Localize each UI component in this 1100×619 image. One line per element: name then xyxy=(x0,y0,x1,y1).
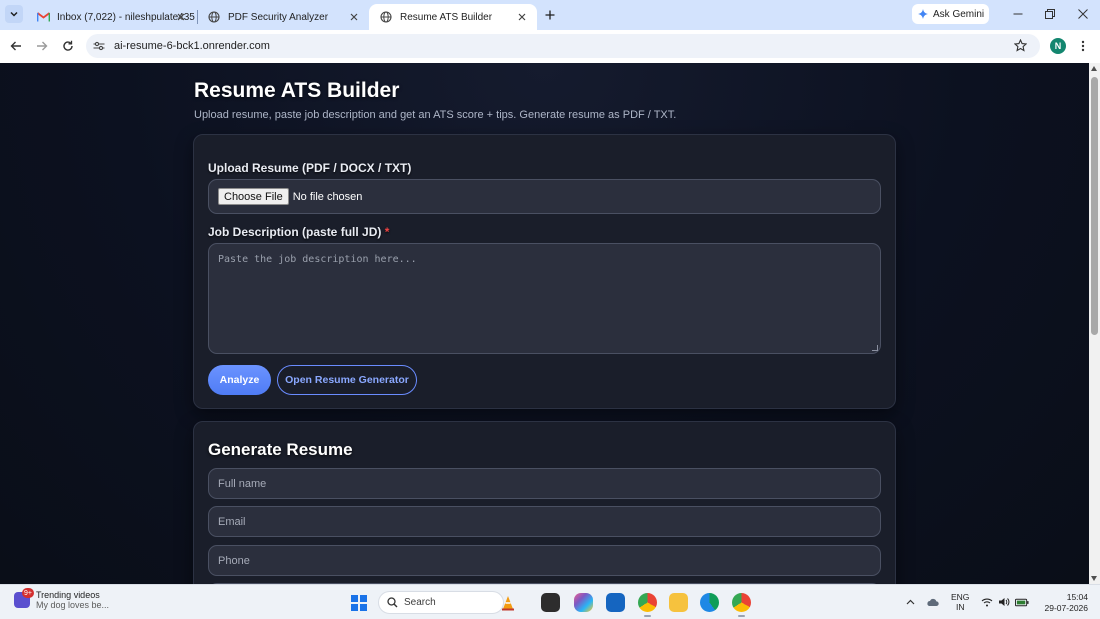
tab-gmail[interactable]: Inbox (7,022) - nileshpulate435 xyxy=(26,4,196,30)
file-status-text: No file chosen xyxy=(292,190,363,203)
full-name-placeholder: Full name xyxy=(218,477,267,490)
analyze-button[interactable]: Analyze xyxy=(208,365,271,395)
wifi-icon[interactable] xyxy=(980,595,994,609)
battery-icon[interactable] xyxy=(1015,595,1029,609)
language-indicator[interactable]: ENG IN xyxy=(951,592,969,612)
tab-title: PDF Security Analyzer xyxy=(228,11,329,23)
news-widget[interactable]: 9+ Trending videos My dog loves be... xyxy=(14,588,110,610)
ask-gemini-label: Ask Gemini xyxy=(933,8,985,20)
address-bar[interactable]: ai-resume-6-bck1.onrender.com xyxy=(86,34,1040,58)
job-description-label-text: Job Description (paste full JD) xyxy=(208,225,382,239)
chrome-profile-app-icon[interactable] xyxy=(638,593,657,617)
chevron-up-icon[interactable] xyxy=(903,595,917,609)
plus-icon xyxy=(545,10,555,20)
arrow-left-icon xyxy=(10,41,21,51)
job-description-placeholder: Paste the job description here... xyxy=(218,254,417,265)
reload-button[interactable] xyxy=(60,38,76,54)
taskbar-search[interactable]: Search xyxy=(378,591,514,614)
ask-gemini-button[interactable]: Ask Gemini xyxy=(912,4,989,24)
new-tab-button[interactable] xyxy=(542,7,558,23)
chevron-down-icon xyxy=(10,11,18,17)
browser-tab-strip: Inbox (7,022) - nileshpulate435 PDF Secu… xyxy=(0,0,1100,30)
scroll-down-arrow-icon[interactable] xyxy=(1091,576,1097,581)
required-asterisk: * xyxy=(384,225,390,239)
copilot-app-icon[interactable] xyxy=(574,593,593,612)
close-icon[interactable] xyxy=(515,10,529,24)
back-button[interactable] xyxy=(8,38,24,54)
more-vertical-icon xyxy=(1081,40,1085,52)
search-label: Search xyxy=(404,597,436,608)
phone-input[interactable]: Phone xyxy=(208,545,881,576)
resume-generator-card: Generate Resume Full name Email Phone xyxy=(193,421,896,584)
file-explorer-app-icon[interactable] xyxy=(669,593,688,612)
page-title: Resume ATS Builder xyxy=(194,79,400,102)
close-icon[interactable] xyxy=(347,10,361,24)
region-code: IN xyxy=(955,602,965,612)
gmail-icon xyxy=(36,10,50,24)
browser-menu-button[interactable] xyxy=(1077,38,1089,54)
chrome-app-icon[interactable] xyxy=(732,593,751,617)
resize-handle-icon[interactable] xyxy=(872,345,878,351)
job-description-textarea[interactable]: Paste the job description here... xyxy=(208,243,881,354)
scrollbar-thumb[interactable] xyxy=(1091,77,1098,335)
restore-button[interactable] xyxy=(1043,7,1057,21)
widgets-icon: 9+ xyxy=(14,588,34,608)
browser-toolbar: ai-resume-6-bck1.onrender.com N xyxy=(0,30,1100,63)
news-title: Trending videos xyxy=(36,590,100,600)
close-icon[interactable] xyxy=(174,10,188,24)
start-button[interactable] xyxy=(351,595,367,611)
language-code: ENG xyxy=(951,592,970,602)
arrow-right-icon xyxy=(37,41,48,51)
minimize-icon xyxy=(1013,13,1023,15)
clock-date: 29-07-2026 xyxy=(1044,603,1088,613)
ats-analyzer-card: Upload Resume (PDF / DOCX / TXT) Choose … xyxy=(193,134,896,409)
restore-icon xyxy=(1045,9,1055,19)
clock-time: 15:04 xyxy=(1066,592,1088,602)
page-viewport: Resume ATS Builder Upload resume, paste … xyxy=(0,63,1089,584)
terminal-app-icon[interactable] xyxy=(541,593,560,612)
minimize-button[interactable] xyxy=(1011,7,1025,21)
close-window-button[interactable] xyxy=(1076,7,1090,21)
generator-title: Generate Resume xyxy=(208,440,353,459)
close-icon xyxy=(1078,9,1088,19)
cone-icon xyxy=(502,595,514,610)
choose-file-button[interactable]: Choose File xyxy=(218,188,289,205)
resume-file-input[interactable]: Choose File No file chosen xyxy=(208,179,881,214)
notification-badge: 9+ xyxy=(22,588,34,598)
site-info-icon[interactable] xyxy=(92,39,106,53)
forward-button[interactable] xyxy=(34,38,50,54)
email-placeholder: Email xyxy=(218,515,246,528)
email-input[interactable]: Email xyxy=(208,506,881,537)
tab-pdf-security-analyzer[interactable]: PDF Security Analyzer xyxy=(197,4,369,30)
profile-avatar[interactable]: N xyxy=(1050,38,1066,54)
page-subtitle: Upload resume, paste job description and… xyxy=(194,109,677,121)
tab-search-button[interactable] xyxy=(5,5,23,23)
windows-taskbar: 9+ Trending videos My dog loves be... Se… xyxy=(0,584,1100,619)
volume-icon[interactable] xyxy=(997,595,1011,609)
globe-icon xyxy=(379,10,393,24)
phone-placeholder: Phone xyxy=(218,554,250,567)
upload-label: Upload Resume (PDF / DOCX / TXT) xyxy=(208,161,412,175)
system-clock[interactable]: 15:04 29-07-2026 xyxy=(1042,592,1088,614)
tab-resume-ats-builder[interactable]: Resume ATS Builder xyxy=(369,4,537,30)
full-name-input[interactable]: Full name xyxy=(208,468,881,499)
open-resume-generator-button[interactable]: Open Resume Generator xyxy=(277,365,417,395)
news-subtitle: My dog loves be... xyxy=(36,600,110,610)
tab-title: Resume ATS Builder xyxy=(400,11,493,23)
edge-app-icon[interactable] xyxy=(700,593,719,612)
reload-icon xyxy=(63,40,73,51)
job-description-label: Job Description (paste full JD) * xyxy=(208,225,389,239)
onedrive-icon[interactable] xyxy=(925,595,939,609)
globe-icon xyxy=(207,10,221,24)
scroll-up-arrow-icon[interactable] xyxy=(1091,66,1097,71)
store-app-icon[interactable] xyxy=(606,593,625,612)
url-text: ai-resume-6-bck1.onrender.com xyxy=(114,40,270,52)
search-icon xyxy=(387,597,398,608)
bookmark-star-icon[interactable] xyxy=(1013,38,1028,53)
gemini-sparkle-icon xyxy=(918,9,928,19)
page-scrollbar[interactable] xyxy=(1089,63,1100,584)
